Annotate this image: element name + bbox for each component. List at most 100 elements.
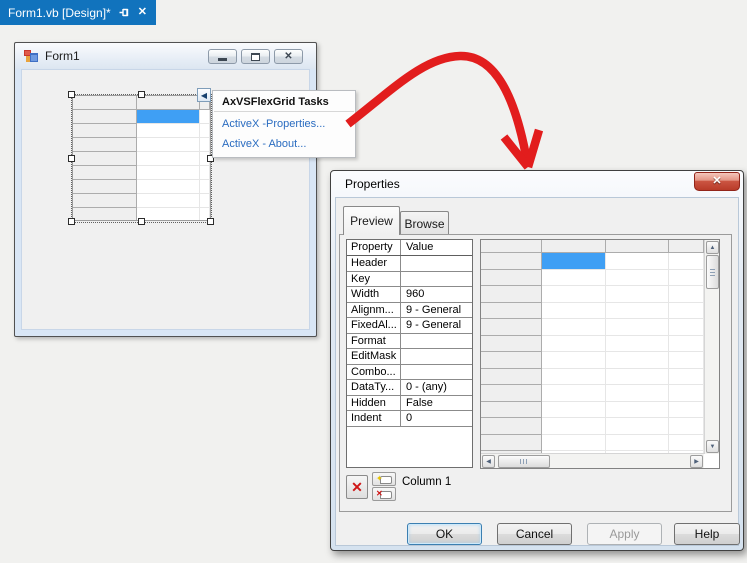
- grid-cell[interactable]: [481, 240, 543, 253]
- grid-cell[interactable]: [481, 269, 543, 286]
- grid-cell[interactable]: [669, 240, 704, 253]
- dialog-close-button[interactable]: ✕: [694, 172, 740, 191]
- grid-cell[interactable]: [481, 319, 543, 336]
- grid-cell[interactable]: [481, 385, 543, 402]
- grid-cell[interactable]: [605, 352, 669, 369]
- grid-cell[interactable]: [605, 418, 669, 435]
- tab-preview[interactable]: Preview: [343, 206, 400, 235]
- grid-cell[interactable]: [605, 253, 669, 270]
- grid-cell[interactable]: [669, 352, 704, 369]
- help-button[interactable]: Help: [674, 523, 740, 545]
- insert-column-button[interactable]: ✦: [372, 472, 396, 486]
- grid-cell[interactable]: [542, 319, 606, 336]
- grid-cell[interactable]: [605, 319, 669, 336]
- horizontal-scrollbar-thumb[interactable]: [498, 455, 550, 468]
- grid-cell[interactable]: [481, 434, 543, 451]
- grid-cell[interactable]: [669, 385, 704, 402]
- cancel-button[interactable]: Cancel: [497, 523, 572, 545]
- scroll-down-button[interactable]: ▼: [706, 440, 719, 453]
- grid-cell[interactable]: [542, 269, 606, 286]
- grid-cell[interactable]: [542, 401, 606, 418]
- grid-cell[interactable]: [542, 434, 606, 451]
- grid-cell[interactable]: [605, 434, 669, 451]
- property-row[interactable]: DataTy... 0 - (any): [347, 380, 472, 396]
- grid-cell[interactable]: [605, 385, 669, 402]
- activex-properties-link[interactable]: ActiveX -Properties...: [213, 112, 355, 132]
- grid-cell[interactable]: [605, 368, 669, 385]
- scroll-left-button[interactable]: ◀: [482, 455, 495, 468]
- grid-cell[interactable]: [542, 385, 606, 402]
- property-row[interactable]: Alignm... 9 - General: [347, 302, 472, 318]
- property-row[interactable]: Hidden False: [347, 395, 472, 411]
- grid-cell[interactable]: [669, 319, 704, 336]
- pin-icon[interactable]: [119, 7, 130, 18]
- close-icon[interactable]: ✕: [138, 7, 147, 18]
- resize-handle-bottom-left[interactable]: [68, 218, 75, 225]
- grid-cell[interactable]: [669, 302, 704, 319]
- scroll-right-button[interactable]: ▶: [690, 455, 703, 468]
- grid-cell[interactable]: [605, 269, 669, 286]
- grid-cell[interactable]: [605, 286, 669, 303]
- property-row[interactable]: Header: [347, 256, 472, 272]
- grid-cell[interactable]: [669, 286, 704, 303]
- grid-cell[interactable]: [481, 253, 543, 270]
- grid-cell[interactable]: [605, 401, 669, 418]
- scroll-up-button[interactable]: ▲: [706, 241, 719, 254]
- property-row[interactable]: EditMask: [347, 349, 472, 365]
- grid-cell[interactable]: [542, 335, 606, 352]
- vertical-scrollbar-thumb[interactable]: [706, 255, 719, 289]
- grid-cell[interactable]: [542, 368, 606, 385]
- property-row[interactable]: Key: [347, 271, 472, 287]
- tab-browse[interactable]: Browse: [400, 211, 449, 235]
- grid-cell[interactable]: [481, 368, 543, 385]
- resize-handle-top-middle[interactable]: [138, 91, 145, 98]
- grid-cell[interactable]: [669, 368, 704, 385]
- grid-cell[interactable]: [669, 434, 704, 451]
- property-row[interactable]: Indent 0: [347, 411, 472, 427]
- delete-column-button[interactable]: ✕: [346, 475, 368, 499]
- grid-cell[interactable]: [605, 240, 669, 253]
- grid-cell[interactable]: [669, 401, 704, 418]
- grid-cell[interactable]: [542, 302, 606, 319]
- grid-cell[interactable]: [542, 240, 606, 253]
- grid-cell[interactable]: [605, 335, 669, 352]
- preview-grid-cells[interactable]: [481, 240, 704, 454]
- grid-cell[interactable]: [542, 418, 606, 435]
- flexgrid-control[interactable]: ◀: [68, 88, 214, 225]
- grid-cell[interactable]: [542, 286, 606, 303]
- grid-cell[interactable]: [481, 286, 543, 303]
- grid-cell[interactable]: [481, 418, 543, 435]
- form-titlebar[interactable]: Form1 ✕: [15, 43, 316, 69]
- apply-button[interactable]: Apply: [587, 523, 662, 545]
- activex-about-link[interactable]: ActiveX - About...: [213, 132, 355, 152]
- property-row[interactable]: Combo...: [347, 364, 472, 380]
- minimize-button[interactable]: [208, 49, 237, 64]
- dialog-titlebar[interactable]: Properties ✕: [331, 171, 743, 197]
- grid-cell[interactable]: [542, 352, 606, 369]
- property-row[interactable]: Format: [347, 333, 472, 349]
- property-row[interactable]: FixedAl... 9 - General: [347, 318, 472, 334]
- document-tab[interactable]: Form1.vb [Design]* ✕: [0, 0, 156, 25]
- resize-handle-top-left[interactable]: [68, 91, 75, 98]
- grid-cell[interactable]: [669, 253, 704, 270]
- grid-cell[interactable]: [481, 352, 543, 369]
- grid-cell[interactable]: [669, 418, 704, 435]
- grid-cell[interactable]: [481, 302, 543, 319]
- grid-cell[interactable]: [669, 335, 704, 352]
- resize-handle-bottom-middle[interactable]: [138, 218, 145, 225]
- grid-cell[interactable]: [481, 335, 543, 352]
- resize-handle-bottom-right[interactable]: [207, 218, 214, 225]
- resize-handle-middle-left[interactable]: [68, 155, 75, 162]
- smart-tag-button[interactable]: ◀: [197, 88, 211, 102]
- vertical-scrollbar[interactable]: ▲ ▼: [704, 240, 719, 454]
- horizontal-scrollbar[interactable]: ◀ ▶: [481, 453, 704, 468]
- grid-cell[interactable]: [669, 269, 704, 286]
- ok-button[interactable]: OK: [407, 523, 482, 545]
- form-close-button[interactable]: ✕: [274, 49, 303, 64]
- grid-cell[interactable]: [481, 401, 543, 418]
- grid-cell[interactable]: [605, 302, 669, 319]
- remove-column-button[interactable]: ✕: [372, 487, 396, 501]
- grid-cell[interactable]: [542, 253, 606, 270]
- property-row[interactable]: Width 960: [347, 287, 472, 303]
- maximize-button[interactable]: [241, 49, 270, 64]
